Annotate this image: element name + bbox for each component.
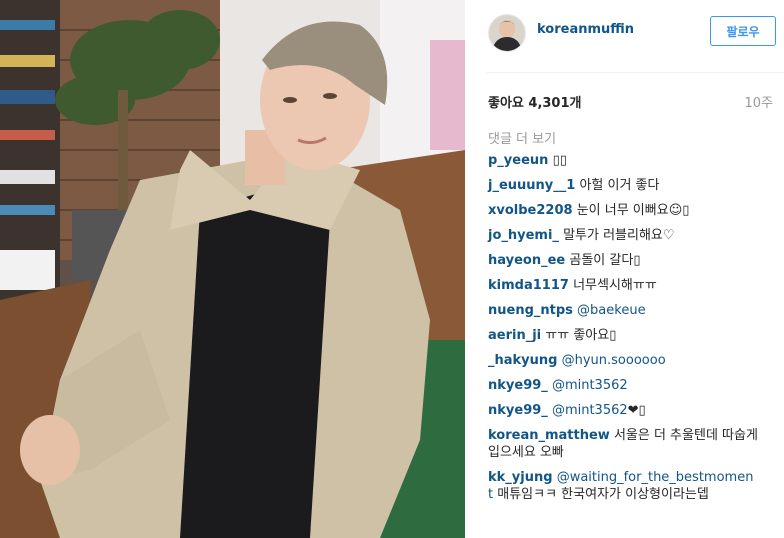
header-divider bbox=[487, 72, 784, 73]
comment-username[interactable]: hayeon_ee bbox=[488, 253, 565, 268]
post-photo[interactable] bbox=[0, 0, 465, 538]
comment-mention[interactable]: @hyun.soooooo bbox=[562, 353, 666, 368]
comment-username[interactable]: _hakyung bbox=[488, 353, 557, 368]
comment-item: kk_yjung @waiting_for_the_bestmoment 매튜임… bbox=[488, 469, 758, 504]
comment-username[interactable]: nueng_ntps bbox=[488, 303, 573, 318]
comment-username[interactable]: jo_hyemi_ bbox=[488, 228, 559, 243]
comment-username[interactable]: kk_yjung bbox=[488, 470, 553, 485]
comment-username[interactable]: korean_matthew bbox=[488, 428, 610, 443]
comment-item: aerin_ji ㅠㅠ 좋아요▯ bbox=[488, 327, 758, 344]
comment-username[interactable]: xvolbe2208 bbox=[488, 203, 573, 218]
comment-username[interactable]: nkye99_ bbox=[488, 403, 548, 418]
comment-username[interactable]: j_euuuny__1 bbox=[488, 178, 575, 193]
comment-text: ㅠㅠ 좋아요▯ bbox=[545, 327, 617, 343]
comment-username[interactable]: aerin_ji bbox=[488, 328, 541, 343]
comment-item: jo_hyemi_ 말투가 러블리해요♡ bbox=[488, 227, 758, 244]
comment-item: hayeon_ee 곰돌이 갈다▯ bbox=[488, 252, 758, 269]
comment-mention[interactable]: @mint3562 bbox=[552, 378, 628, 393]
comment-item: p_yeeun ▯▯ bbox=[488, 152, 758, 169]
likes-count[interactable]: 좋아요 4,301개 bbox=[488, 92, 582, 111]
comment-item: nueng_ntps @baekeue bbox=[488, 302, 758, 319]
post-panel: koreanmuffin 팔로우 좋아요 4,301개 10주 댓글 더 보기 … bbox=[465, 0, 784, 538]
view-more-comments-link[interactable]: 댓글 더 보기 bbox=[488, 128, 556, 147]
comment-username[interactable]: p_yeeun bbox=[488, 153, 548, 168]
comment-item: nkye99_ @mint3562❤▯ bbox=[488, 402, 758, 419]
comment-item: _hakyung @hyun.soooooo bbox=[488, 352, 758, 369]
post-time[interactable]: 10주 bbox=[744, 92, 773, 111]
profile-avatar[interactable] bbox=[488, 14, 526, 52]
comment-username[interactable]: nkye99_ bbox=[488, 378, 548, 393]
comment-list: p_yeeun ▯▯ j_euuuny__1 아헐 이거 좋다 xvolbe2208… bbox=[488, 152, 758, 511]
comment-mention[interactable]: @baekeue bbox=[577, 303, 646, 318]
comment-item: j_euuuny__1 아헐 이거 좋다 bbox=[488, 177, 758, 194]
comment-trail: ▯▯ bbox=[552, 153, 567, 168]
comment-username[interactable]: kimda1117 bbox=[488, 278, 569, 293]
comment-trail: 매튜임ㅋㅋ 한국여자가 이상형이라는뎁 bbox=[493, 487, 709, 503]
comment-text: 눈이 너무 이뻐요☺▯ bbox=[576, 202, 690, 218]
comment-text: 아헐 이거 좋다 bbox=[579, 177, 660, 193]
post-header: koreanmuffin 팔로우 bbox=[465, 0, 784, 72]
comment-item: nkye99_ @mint3562 bbox=[488, 377, 758, 394]
comment-item: kimda1117 너무섹시해ㅠㅠ bbox=[488, 277, 758, 294]
comment-text: 곰돌이 갈다▯ bbox=[569, 252, 641, 268]
comment-item: korean_matthew 서울은 더 추울텐데 따숩게 입으세요 오빠 bbox=[488, 427, 758, 462]
comment-trail: ❤▯ bbox=[627, 402, 646, 418]
follow-button[interactable]: 팔로우 bbox=[710, 16, 776, 46]
comment-text: 너무섹시해ㅠㅠ bbox=[573, 277, 657, 293]
comment-text: 말투가 러블리해요♡ bbox=[563, 227, 675, 243]
comment-item: xvolbe2208 눈이 너무 이뻐요☺▯ bbox=[488, 202, 758, 219]
comment-mention[interactable]: @mint3562 bbox=[552, 403, 628, 418]
username-link[interactable]: koreanmuffin bbox=[537, 22, 634, 37]
